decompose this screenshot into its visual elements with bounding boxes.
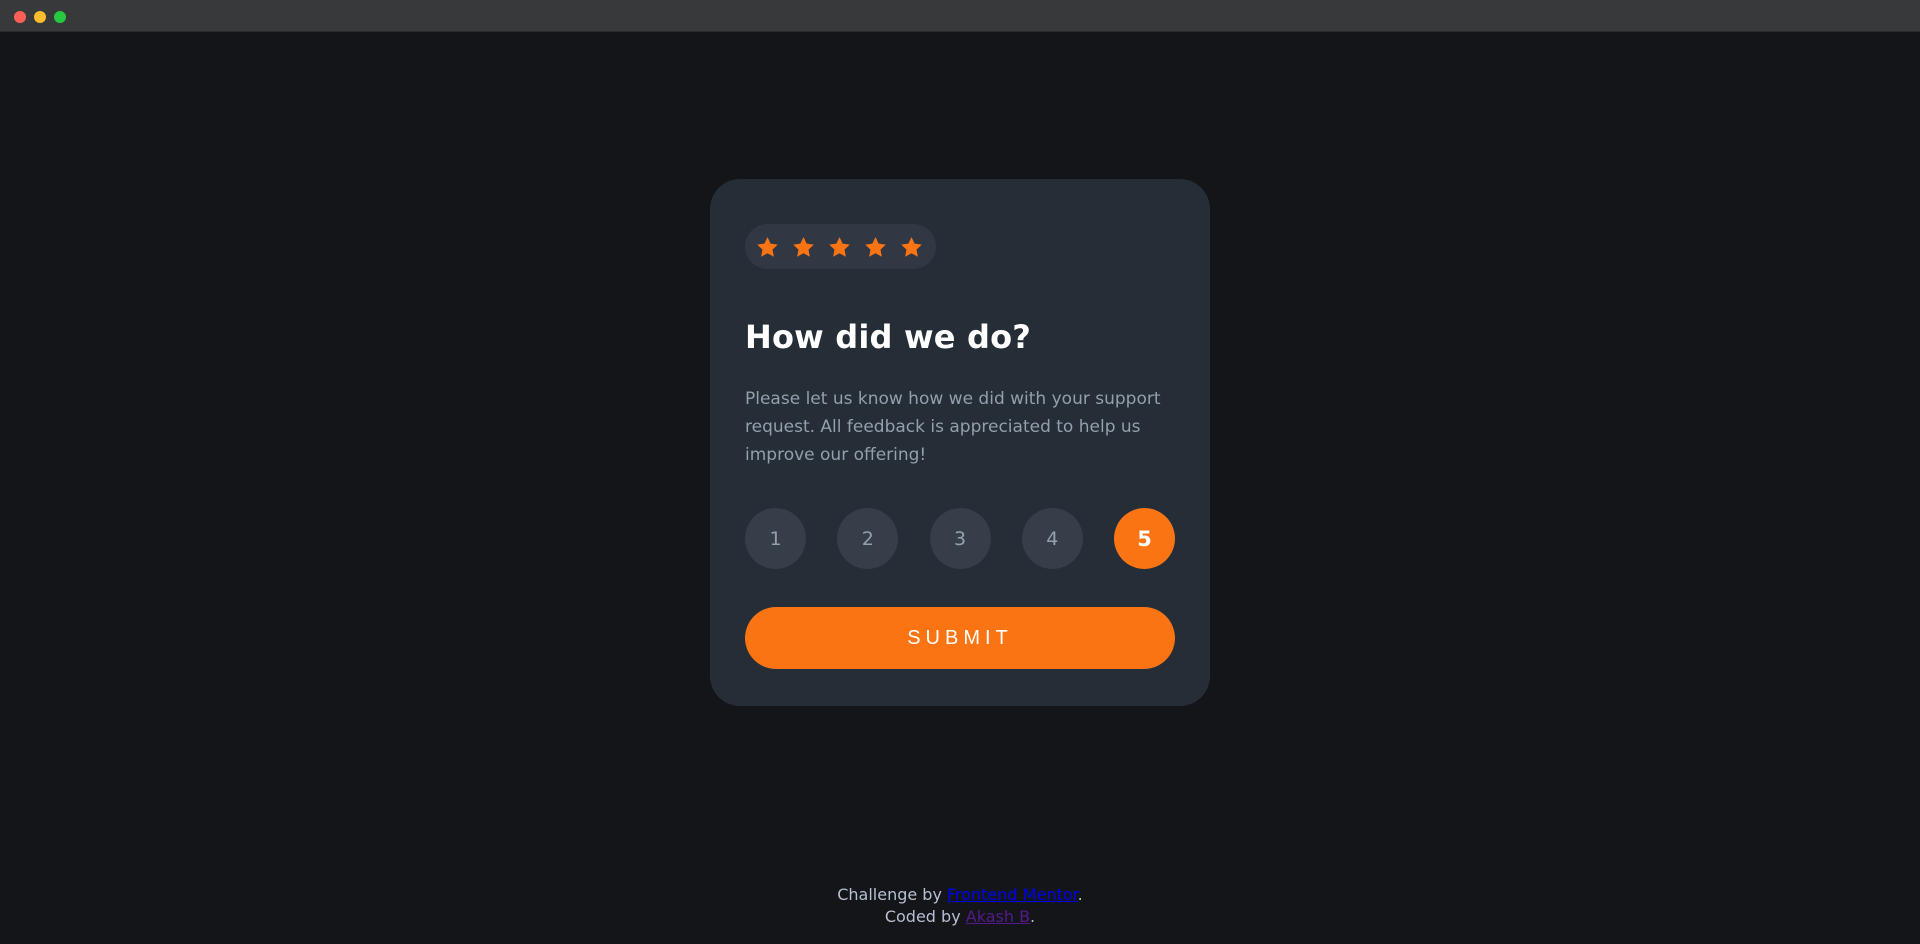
- card-description: Please let us know how we did with your …: [745, 389, 1161, 465]
- star-icon: [828, 236, 851, 258]
- rating-option-4[interactable]: 4: [1021, 508, 1083, 569]
- rating-options: 1 2 3 4 5: [745, 508, 1175, 569]
- rating-card: How did we do? Please let us know how we…: [710, 179, 1210, 706]
- rating-option-3[interactable]: 3: [929, 508, 991, 569]
- rating-option-5[interactable]: 5: [1114, 508, 1175, 569]
- star-badge: [745, 224, 936, 269]
- window-titlebar: [0, 0, 1920, 32]
- card-title: How did we do?: [745, 318, 1032, 356]
- star-icon: [756, 236, 779, 258]
- coder-credit: Coded by Akash B.: [0, 906, 1920, 928]
- challenge-suffix: .: [1077, 885, 1083, 904]
- rating-option-1[interactable]: 1: [745, 508, 806, 569]
- minimize-window-button[interactable]: [34, 11, 46, 23]
- page-background: How did we do? Please let us know how we…: [0, 32, 1920, 944]
- attribution: Challenge by Frontend Mentor. Coded by A…: [0, 884, 1920, 928]
- close-window-button[interactable]: [14, 11, 26, 23]
- zoom-window-button[interactable]: [54, 11, 66, 23]
- challenge-prefix: Challenge by: [837, 885, 942, 904]
- star-icon: [900, 236, 923, 258]
- star-icon: [792, 236, 815, 258]
- author-link[interactable]: Akash B: [966, 907, 1030, 926]
- rating-option-2[interactable]: 2: [837, 508, 899, 569]
- challenge-credit: Challenge by Frontend Mentor.: [0, 884, 1920, 906]
- star-icon: [864, 236, 887, 258]
- frontend-mentor-link[interactable]: Frontend Mentor: [947, 885, 1078, 904]
- submit-button[interactable]: SUBMIT: [745, 607, 1175, 669]
- coded-prefix: Coded by: [884, 907, 961, 926]
- coded-suffix: .: [1030, 907, 1036, 926]
